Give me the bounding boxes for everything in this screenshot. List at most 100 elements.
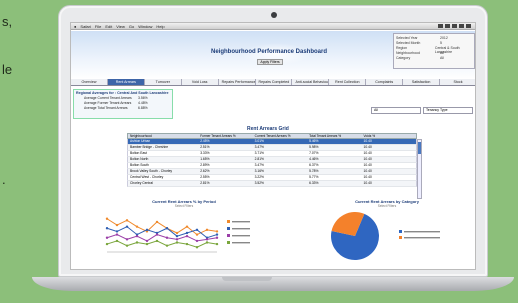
- grid-scrollbar[interactable]: [417, 139, 422, 199]
- table-cell: 7.07%: [309, 151, 319, 155]
- column-header[interactable]: Former Tenant Arrears %: [198, 134, 252, 138]
- legend-label: [232, 235, 250, 237]
- legend-swatch: [227, 241, 230, 244]
- data-point: [165, 227, 169, 230]
- table-cell: 10.40: [363, 163, 372, 167]
- tab-2[interactable]: Turnover: [145, 79, 182, 85]
- table-cell: 5.46%: [309, 139, 319, 143]
- status-icon[interactable]: [459, 24, 464, 28]
- status-icon[interactable]: [445, 24, 450, 28]
- table-cell: Brook Valley South - Chorley: [130, 169, 173, 173]
- left-page-margin: s, le .: [0, 0, 42, 200]
- legend-label: [404, 237, 440, 239]
- menu-item[interactable]: Help: [156, 24, 164, 29]
- tab-9[interactable]: Satisfaction: [403, 79, 441, 85]
- apply-filters-button[interactable]: Apply Filters: [257, 59, 283, 65]
- table-cell: Central West - Chorley: [130, 175, 164, 179]
- menu-item[interactable]: Go: [129, 24, 134, 29]
- legend-label: [232, 228, 250, 230]
- data-point: [205, 238, 209, 241]
- scrollbar-thumb[interactable]: [418, 142, 421, 154]
- tab-8[interactable]: Complaints: [366, 79, 404, 85]
- tab-3[interactable]: Void Loss: [182, 79, 219, 85]
- menu-item[interactable]: Window: [138, 24, 152, 29]
- data-point: [195, 228, 199, 232]
- table-cell: 3.47%: [254, 145, 264, 149]
- status-icon[interactable]: [438, 24, 443, 28]
- legend-label: [232, 242, 250, 244]
- laptop: ● Safari File Edit View Go Window Help N…: [32, 5, 514, 291]
- info-row: Category All: [396, 56, 472, 61]
- table-cell: 5.78%: [309, 169, 319, 173]
- menu-item[interactable]: View: [116, 24, 125, 29]
- menu-item[interactable]: File: [95, 24, 101, 29]
- tab-4[interactable]: Repairs Performance: [219, 79, 256, 85]
- data-point: [215, 230, 219, 233]
- data-point: [135, 234, 139, 238]
- tab-1[interactable]: Rent Arrears: [107, 79, 145, 85]
- legend-swatch: [227, 220, 230, 223]
- data-point: [105, 236, 109, 239]
- column-header[interactable]: Current Tenant Arrears %: [253, 134, 307, 138]
- average-value: 6.88%: [138, 106, 148, 110]
- data-point: [105, 227, 109, 230]
- legend-label: [404, 231, 440, 233]
- menu-item[interactable]: Safari: [80, 24, 90, 29]
- grid-selectors: All Tenancy Type: [371, 107, 473, 114]
- data-point: [195, 239, 199, 243]
- data-point: [145, 239, 149, 243]
- data-point: [175, 241, 179, 244]
- rent-arrears-grid: Neighbourhood Former Tenant Arrears % Curr…: [127, 133, 422, 199]
- regional-averages-panel: Regional Averages for : Central And Sout…: [73, 89, 173, 119]
- data-point: [135, 225, 139, 228]
- data-point: [115, 223, 119, 227]
- data-point: [145, 228, 149, 232]
- data-point: [145, 242, 149, 246]
- table-cell: Bolton East: [130, 151, 147, 155]
- table-cell: 2.45%: [200, 139, 210, 143]
- tab-5[interactable]: Repairs Completed: [256, 79, 293, 85]
- table-cell: 3.71%: [254, 151, 264, 155]
- laptop-notch: [222, 277, 272, 281]
- table-cell: 3.33%: [200, 151, 210, 155]
- line-chart-svg: [105, 217, 250, 253]
- tab-10[interactable]: Stock: [440, 79, 475, 85]
- status-icon[interactable]: [452, 24, 457, 28]
- column-header[interactable]: Total Tenant Arrears %: [307, 134, 361, 138]
- column-header[interactable]: Neighbourhood: [128, 134, 198, 138]
- category-select[interactable]: All: [371, 107, 421, 114]
- tab-7[interactable]: Rent Collection: [329, 79, 367, 85]
- filter-info-panel: Selected Year 2012 Selected Month 5 Region Ce…: [393, 33, 475, 69]
- data-point: [175, 231, 179, 235]
- column-header[interactable]: Voids %: [362, 134, 416, 138]
- data-point: [125, 219, 129, 222]
- table-cell: 10.40: [363, 169, 372, 173]
- table-row[interactable]: Chorley Central 2.81% 3.52% 6.33% 10.40: [127, 181, 417, 187]
- data-point: [215, 242, 219, 246]
- data-point: [185, 234, 189, 238]
- table-cell: 2.81%: [200, 181, 210, 185]
- grid-title: Rent Arrears Grid: [247, 126, 289, 132]
- table-cell: 10.40: [363, 139, 372, 143]
- tab-0[interactable]: Overview: [71, 79, 108, 85]
- table-cell: 1.65%: [200, 157, 210, 161]
- table-cell: 3.01%: [254, 139, 264, 143]
- tenancy-type-select[interactable]: Tenancy Type: [423, 107, 473, 114]
- table-cell: 4.46%: [309, 157, 319, 161]
- average-row: Average Total Tenant Arrears 6.88%: [74, 106, 172, 111]
- status-icons: [438, 24, 471, 28]
- tab-6[interactable]: Anti-social Behaviour: [292, 79, 330, 85]
- data-point: [115, 239, 119, 243]
- apple-icon[interactable]: ●: [74, 24, 76, 29]
- status-icon[interactable]: [466, 24, 471, 28]
- legend-label: [232, 221, 250, 223]
- data-point: [105, 217, 109, 220]
- table-cell: Chorley Central: [130, 181, 153, 185]
- text-fragment: .: [2, 172, 6, 187]
- series-line: [106, 234, 218, 242]
- data-point: [125, 225, 129, 228]
- info-value: All: [440, 56, 444, 60]
- menu-item[interactable]: Edit: [105, 24, 112, 29]
- table-cell: 10.40: [363, 145, 372, 149]
- series-line: [106, 240, 218, 248]
